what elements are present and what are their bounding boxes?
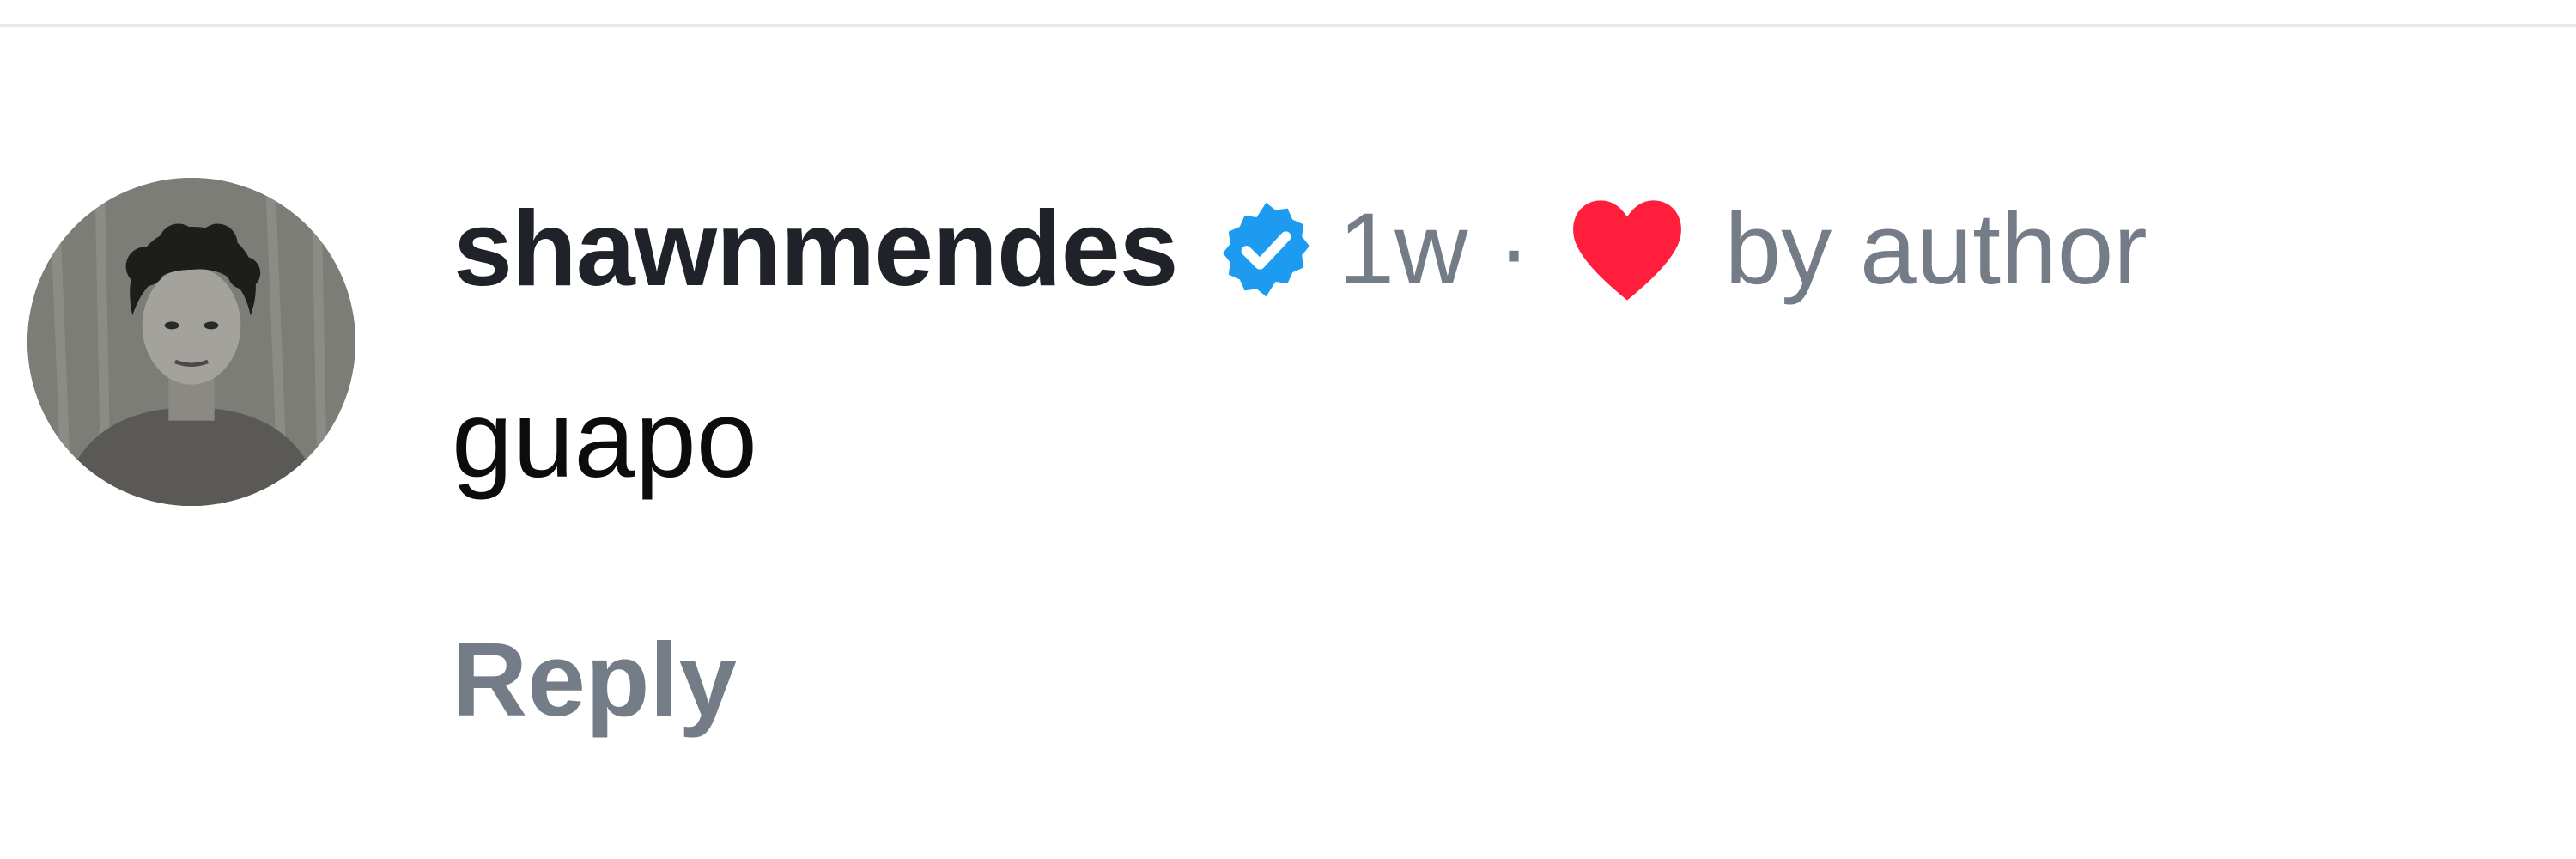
avatar[interactable] xyxy=(27,178,355,506)
comment-item: shawnmendes 1w · by author guapo Reply xyxy=(0,0,2576,859)
separator-dot: · xyxy=(1497,192,1531,306)
comment-timestamp: 1w xyxy=(1338,192,1468,306)
comment-header: shawnmendes 1w · by author xyxy=(453,189,2148,309)
heart-icon xyxy=(1567,193,1687,305)
username-link[interactable]: shawnmendes xyxy=(453,196,1178,302)
comment-text: guapo xyxy=(452,378,757,501)
liked-by-author-label: by author xyxy=(1724,192,2148,306)
verified-badge-icon xyxy=(1212,196,1320,303)
reply-button[interactable]: Reply xyxy=(452,627,737,732)
